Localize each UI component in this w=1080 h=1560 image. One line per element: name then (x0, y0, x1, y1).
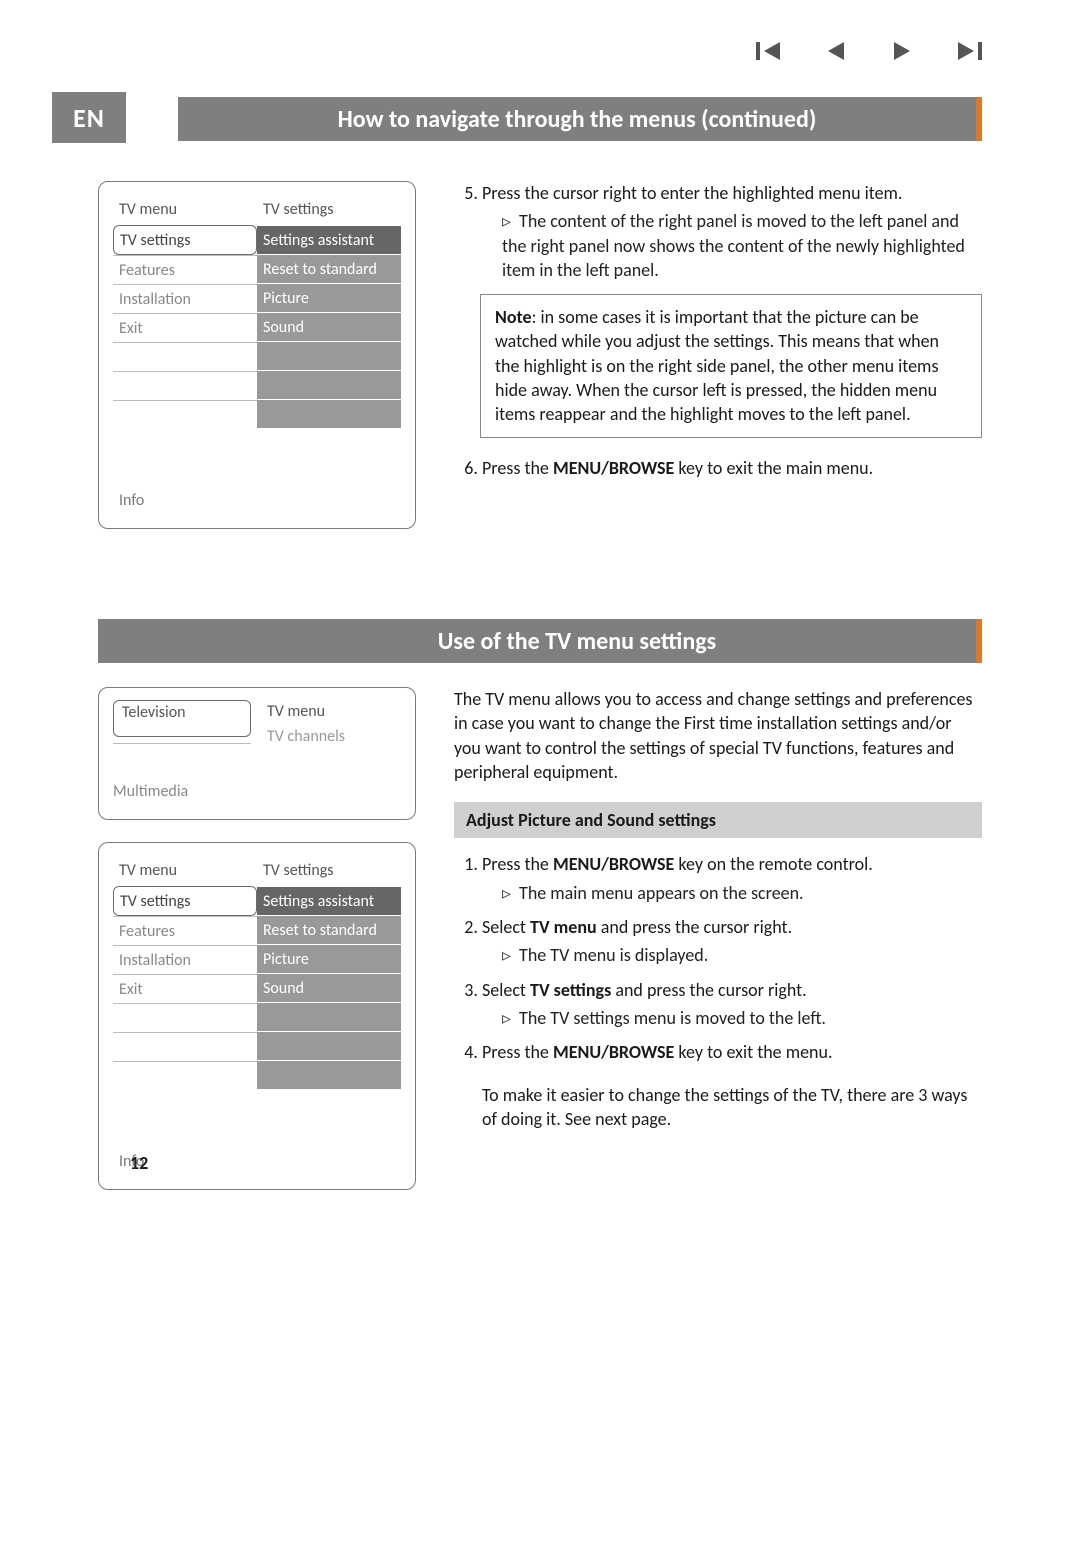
menu2-left-item: TV settings (113, 886, 257, 916)
section2-steps: Press the MENU/BROWSE key on the remote … (454, 852, 982, 1064)
skip-last-icon[interactable] (954, 40, 982, 62)
next-icon[interactable] (888, 40, 916, 62)
section1-title-bar: How to navigate through the menus (conti… (98, 97, 982, 141)
prev-icon[interactable] (822, 40, 850, 62)
note-text: : in some cases it is important that the… (495, 306, 939, 425)
menu1-right-item: Reset to standard (257, 254, 401, 283)
step5-text: Press the cursor right to enter the high… (482, 182, 902, 204)
menu1-left-header: TV menu (113, 196, 257, 225)
transport-controls (756, 40, 982, 62)
menu1-right-item: Picture (257, 283, 401, 312)
tv-menu-diagram-1: TV menu TV settings Features Installatio… (98, 181, 416, 529)
menu1-right-header: TV settings (257, 196, 401, 225)
menu2-left-item: Features (113, 916, 257, 945)
menu2-left-item: Installation (113, 945, 257, 974)
menu1-right-item: Sound (257, 312, 401, 341)
menu1-left-item: Features (113, 255, 257, 284)
step5-sub: The content of the right panel is moved … (502, 209, 982, 282)
menu2-right-item: Settings assistant (257, 886, 401, 915)
menu1-info: Info (113, 487, 401, 514)
menu1-right-item: Settings assistant (257, 225, 401, 254)
section1-title: How to navigate through the menus (conti… (178, 97, 976, 141)
section2-footer: To make it easier to change the settings… (482, 1083, 982, 1132)
skip-first-icon[interactable] (756, 40, 784, 62)
note-label: Note (495, 306, 532, 328)
language-badge: EN (52, 92, 126, 143)
section2-title: Use of the TV menu settings (178, 619, 976, 663)
topnav-tvmenu: TV menu (263, 700, 401, 725)
tv-menu-diagram-2: TV menu TV settings Features Installatio… (98, 842, 416, 1190)
page-number: 12 (130, 1152, 148, 1174)
section2-intro: The TV menu allows you to access and cha… (454, 687, 982, 784)
menu2-info: Info (113, 1148, 401, 1175)
section1-steps: Press the cursor right to enter the high… (454, 181, 982, 282)
menu2-right-item: Reset to standard (257, 915, 401, 944)
menu2-right-item: Picture (257, 944, 401, 973)
menu2-left-item: Exit (113, 974, 257, 1003)
top-nav-diagram: Television Multimedia TV menu TV channel… (98, 687, 416, 820)
topnav-multimedia: Multimedia (113, 754, 251, 801)
menu1-left-item: TV settings (113, 225, 257, 255)
menu2-left-header: TV menu (113, 857, 257, 886)
topnav-television: Television (113, 700, 251, 737)
section2-title-bar: Use of the TV menu settings (98, 619, 982, 663)
menu2-right-header: TV settings (257, 857, 401, 886)
menu1-left-item: Installation (113, 284, 257, 313)
subhead-adjust: Adjust Picture and Sound settings (454, 802, 982, 838)
menu1-left-item: Exit (113, 313, 257, 342)
menu2-right-item: Sound (257, 973, 401, 1002)
note-box: Note: in some cases it is important that… (480, 294, 982, 437)
topnav-tvchannels: TV channels (263, 725, 401, 750)
